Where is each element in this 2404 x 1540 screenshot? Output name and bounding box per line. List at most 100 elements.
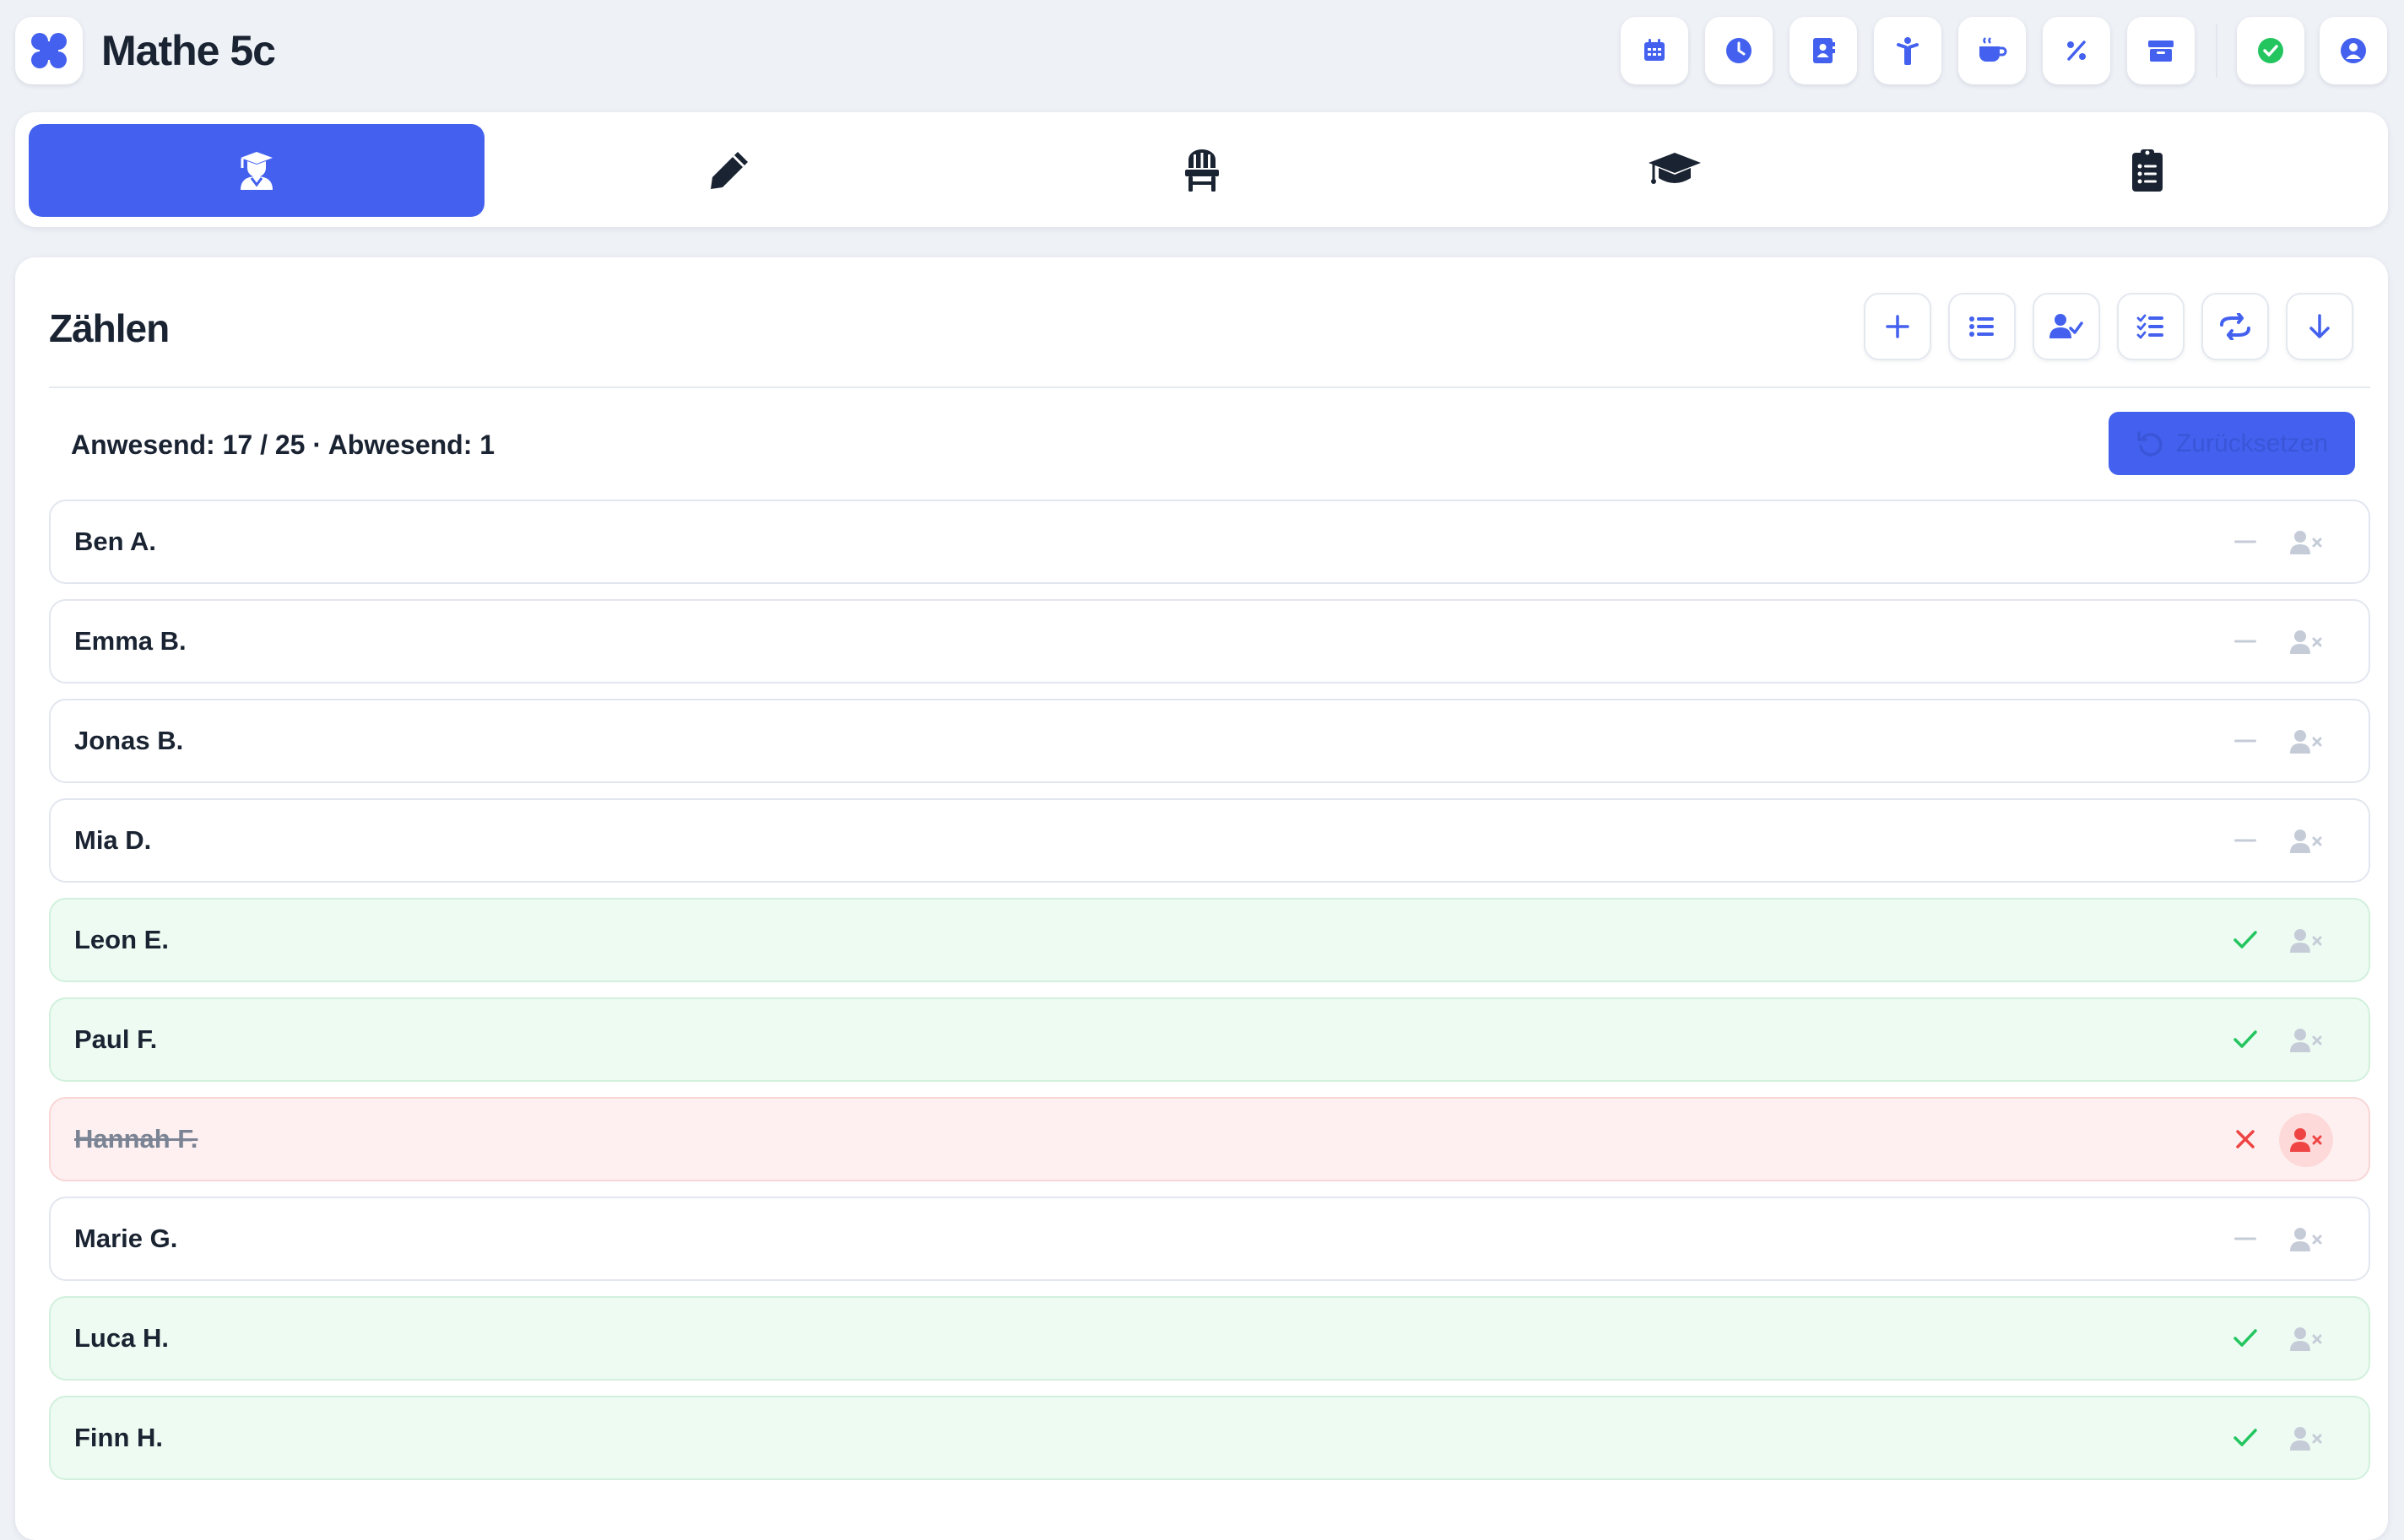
clock-icon	[1726, 38, 1752, 63]
mark-absent-button[interactable]	[2279, 1412, 2333, 1466]
student-row[interactable]: Emma B.	[49, 599, 2370, 684]
attendance-status-toggle[interactable]	[2228, 1122, 2262, 1156]
dash-icon	[2234, 640, 2256, 643]
attendance-status-toggle[interactable]	[2228, 624, 2262, 658]
tab-tasks[interactable]	[1919, 124, 2375, 217]
percent-button[interactable]	[2043, 17, 2110, 84]
student-icon	[241, 152, 273, 190]
archive-button[interactable]	[2127, 17, 2195, 84]
user-x-icon	[2290, 1029, 2322, 1052]
sort-down-button[interactable]	[2286, 293, 2353, 360]
user-x-icon	[2290, 929, 2322, 953]
mark-absent-button[interactable]	[2279, 1213, 2333, 1267]
user-x-icon	[2290, 1228, 2322, 1251]
check-icon	[2233, 1329, 2257, 1347]
tab-bar	[15, 112, 2388, 227]
user-x-icon	[2290, 829, 2322, 853]
archive-icon	[2148, 41, 2174, 62]
attendance-status-toggle[interactable]	[2228, 824, 2262, 857]
card-title: Zählen	[49, 306, 170, 350]
plus-icon	[1886, 315, 1909, 338]
reset-label: Zurücksetzen	[2175, 429, 2329, 457]
coffee-button[interactable]	[1958, 17, 2026, 84]
attendance-status-toggle[interactable]	[2228, 1023, 2262, 1056]
graduation-cap-icon	[1649, 153, 1701, 184]
app-title: Mathe 5c	[101, 27, 276, 74]
student-row[interactable]: Jonas B.	[49, 699, 2370, 783]
student-name: Jonas B.	[74, 726, 184, 755]
dash-icon	[2234, 739, 2256, 743]
add-button[interactable]	[1864, 293, 1931, 360]
checklist-button[interactable]	[2117, 293, 2185, 360]
student-row[interactable]: Paul F.	[49, 997, 2370, 1082]
header-divider	[2216, 24, 2217, 78]
attendance-status-toggle[interactable]	[2228, 1321, 2262, 1355]
pencil-icon	[711, 152, 748, 189]
attendance-status-toggle[interactable]	[2228, 923, 2262, 957]
calendar-icon	[1644, 39, 1665, 61]
list-view-button[interactable]	[1948, 293, 2016, 360]
student-name: Leon E.	[74, 925, 169, 954]
reset-button[interactable]: Zurücksetzen	[2109, 412, 2355, 475]
student-name: Ben A.	[74, 527, 157, 556]
check-icon	[2233, 1429, 2257, 1446]
swap-icon	[2220, 313, 2250, 340]
person-icon	[1897, 37, 1919, 65]
tab-seating[interactable]	[974, 124, 1430, 217]
arrow-down-icon	[2309, 314, 2330, 338]
contacts-button[interactable]	[1789, 17, 1857, 84]
mark-absent-button[interactable]	[2279, 1312, 2333, 1366]
contact-book-icon	[1813, 38, 1835, 63]
swap-button[interactable]	[2201, 293, 2269, 360]
counting-card: Zählen Anwesend: 17 / 25 · Abwesend: 1 Z…	[15, 257, 2388, 1540]
clipboard-list-icon	[2132, 149, 2163, 192]
card-divider	[49, 386, 2370, 388]
student-name: Luca H.	[74, 1323, 169, 1353]
mark-absent-button[interactable]	[2279, 1013, 2333, 1067]
student-row[interactable]: Marie G.	[49, 1197, 2370, 1281]
dash-icon	[2234, 1237, 2256, 1240]
user-x-icon	[2290, 1427, 2322, 1451]
mark-absent-button[interactable]	[2279, 814, 2333, 868]
four-dots-logo-icon	[31, 33, 67, 68]
attendance-status-toggle[interactable]	[2228, 1222, 2262, 1256]
mark-absent-button[interactable]	[2279, 1113, 2333, 1167]
calendar-button[interactable]	[1621, 17, 1688, 84]
user-x-icon	[2290, 630, 2322, 654]
student-row[interactable]: Leon E.	[49, 898, 2370, 982]
attendance-status-toggle[interactable]	[2228, 724, 2262, 758]
student-row[interactable]: Ben A.	[49, 500, 2370, 584]
clock-button[interactable]	[1705, 17, 1773, 84]
dash-icon	[2234, 540, 2256, 543]
attendance-status-toggle[interactable]	[2228, 1421, 2262, 1455]
profile-button[interactable]	[2320, 17, 2387, 84]
student-name: Finn H.	[74, 1423, 164, 1452]
percent-icon	[2067, 41, 2086, 61]
person-button[interactable]	[1874, 17, 1941, 84]
mark-absent-button[interactable]	[2279, 715, 2333, 769]
mark-all-present-button[interactable]	[2033, 293, 2100, 360]
checklist-icon	[2136, 314, 2163, 339]
mark-absent-button[interactable]	[2279, 615, 2333, 669]
reset-icon	[2137, 430, 2163, 457]
list-icon	[1969, 316, 1994, 337]
student-name: Emma B.	[74, 626, 187, 656]
mark-absent-button[interactable]	[2279, 914, 2333, 968]
user-x-icon	[2290, 531, 2322, 554]
attendance-status-toggle[interactable]	[2228, 525, 2262, 559]
student-name: Mia D.	[74, 825, 152, 855]
student-row[interactable]: Hannah F.	[49, 1097, 2370, 1181]
student-row[interactable]: Mia D.	[49, 798, 2370, 883]
app-header: Mathe 5c	[0, 0, 2404, 105]
student-name: Hannah F.	[74, 1124, 198, 1154]
app-logo[interactable]	[15, 17, 83, 84]
tab-exams[interactable]	[1447, 124, 1903, 217]
tab-students[interactable]	[29, 124, 485, 217]
student-row[interactable]: Finn H.	[49, 1396, 2370, 1480]
sync-status-button[interactable]	[2237, 17, 2304, 84]
student-row[interactable]: Luca H.	[49, 1296, 2370, 1381]
user-x-icon	[2290, 1327, 2322, 1351]
tab-grades[interactable]	[501, 124, 957, 217]
mark-absent-button[interactable]	[2279, 516, 2333, 570]
check-icon	[2233, 1030, 2257, 1048]
